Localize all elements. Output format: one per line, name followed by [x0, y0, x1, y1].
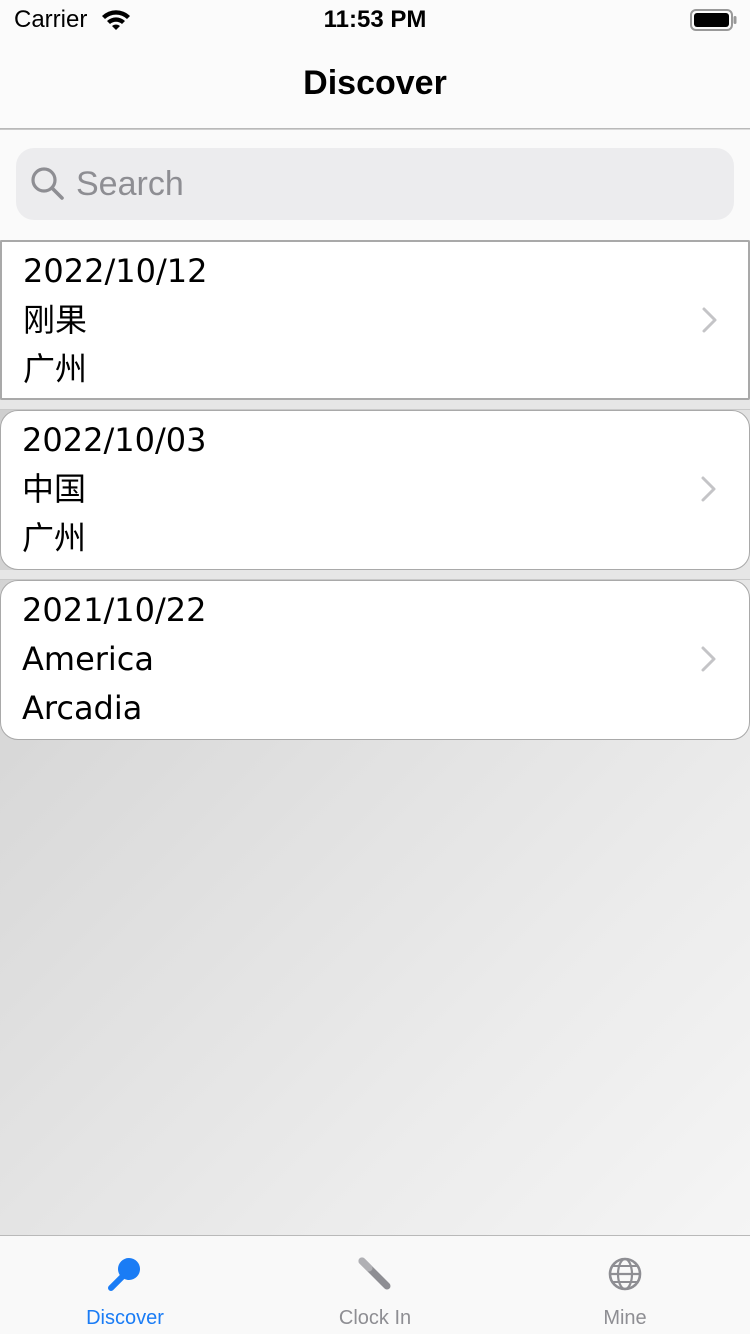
tab-discover[interactable]: Discover — [0, 1236, 250, 1334]
tab-bar: Discover Clock In Mine — [0, 1235, 750, 1334]
record-city: Arcadia — [22, 689, 143, 727]
screen: Carrier 11:53 PM Discover Search 2022/10… — [0, 0, 750, 1334]
navigation-bar: Discover — [0, 40, 750, 129]
clock-in-icon — [357, 1256, 393, 1297]
battery-icon — [690, 9, 738, 36]
record-name: 刚果 — [23, 301, 88, 339]
page-title: Discover — [303, 64, 447, 102]
search-bar — [0, 130, 750, 240]
search-field[interactable] — [16, 148, 734, 220]
tab-mine[interactable]: Mine — [500, 1236, 750, 1334]
record-name: 中国 — [22, 470, 87, 508]
record-row[interactable]: 2022/10/03 中国 广州 — [0, 410, 750, 570]
record-date: 2022/10/12 — [23, 252, 208, 290]
record-date: 2021/10/22 — [22, 591, 207, 629]
chevron-right-icon — [700, 645, 718, 678]
tab-clock-in[interactable]: Clock In — [250, 1236, 500, 1334]
discover-icon — [107, 1256, 143, 1297]
chevron-right-icon — [701, 306, 719, 339]
clock-time: 11:53 PM — [323, 6, 427, 33]
tab-label: Clock In — [338, 1307, 412, 1329]
search-input[interactable] — [76, 148, 716, 220]
search-icon — [30, 166, 66, 207]
tab-label: Discover — [86, 1307, 164, 1329]
tab-label: Mine — [603, 1307, 647, 1329]
record-row[interactable]: 2021/10/22 America Arcadia — [0, 580, 750, 740]
status-bar: Carrier 11:53 PM — [0, 0, 750, 40]
record-row[interactable]: 2022/10/12 刚果 广州 — [0, 240, 750, 400]
record-date: 2022/10/03 — [22, 421, 207, 459]
record-city: 广州 — [22, 519, 87, 557]
row-separator — [0, 400, 750, 410]
globe-icon — [607, 1256, 643, 1297]
row-separator — [0, 570, 750, 580]
record-name: America — [22, 640, 154, 678]
chevron-right-icon — [700, 475, 718, 508]
record-city: 广州 — [23, 350, 88, 388]
